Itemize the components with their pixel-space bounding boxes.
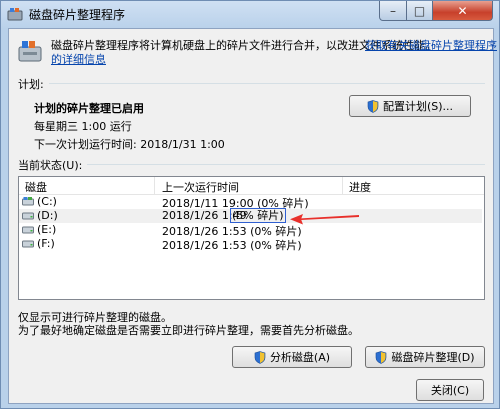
- schedule-status: 计划的碎片整理已启用: [34, 102, 144, 115]
- minimize-button[interactable]: –: [379, 1, 407, 21]
- disk-list[interactable]: 磁盘 上一次运行时间 进度 (C:) 2018/1/11 19:00 (0% 碎…: [18, 176, 485, 300]
- disk-name: (F:): [37, 237, 55, 250]
- close-window-button[interactable]: ✕: [432, 1, 493, 21]
- configure-schedule-label: 配置计划(S)...: [382, 100, 454, 113]
- annotation-arrow-icon: [290, 214, 359, 225]
- current-status-label: 当前状态(U):: [18, 159, 83, 172]
- configure-schedule-button[interactable]: 配置计划(S)...: [349, 95, 471, 117]
- learn-more-link-continued[interactable]: 的详细信息: [51, 51, 106, 67]
- defragment-disk-label: 磁盘碎片整理(D): [391, 351, 475, 364]
- column-last-run[interactable]: 上一次运行时间: [162, 179, 239, 195]
- close-button-label: 关闭(C): [430, 384, 470, 397]
- uac-shield-icon: [376, 350, 387, 364]
- column-disk[interactable]: 磁盘: [25, 179, 47, 195]
- uac-shield-icon: [254, 350, 266, 364]
- defrag-hero-icon: [18, 41, 42, 62]
- drive-icon: [22, 212, 34, 220]
- fragmentation-highlight-box: (5% 碎片): [230, 208, 286, 223]
- analyze-disk-label: 分析磁盘(A): [269, 351, 331, 364]
- disk-row-c[interactable]: (C:) 2018/1/11 19:00 (0% 碎片): [19, 195, 482, 210]
- maximize-button[interactable]: □: [406, 1, 433, 21]
- schedule-frequency: 每星期三 1:00 运行: [34, 120, 132, 133]
- drive-icon: [22, 226, 34, 234]
- drive-icon: [22, 240, 34, 248]
- disk-name: (C:): [37, 195, 57, 208]
- uac-shield-icon: [367, 99, 379, 113]
- disk-name: (E:): [37, 223, 57, 236]
- close-button[interactable]: 关闭(C): [416, 379, 484, 401]
- disk-row-d[interactable]: (D:) 2018/1/26 1:49 (5% 碎片): [19, 208, 482, 223]
- column-separator: [154, 177, 155, 194]
- column-separator: [342, 177, 343, 194]
- column-progress[interactable]: 进度: [349, 179, 371, 195]
- schedule-next-run: 下一次计划运行时间: 2018/1/31 1:00: [34, 138, 225, 151]
- defragment-disk-button[interactable]: 磁盘碎片整理(D): [365, 346, 485, 368]
- window-frame: 磁盘碎片整理程序 – □ ✕ 磁盘碎片整理程序将计算机硬盘上的碎片文件进行合并，…: [0, 0, 500, 409]
- window-title: 磁盘碎片整理程序: [29, 7, 126, 22]
- learn-more-link[interactable]: 获取有关磁盘碎片整理程序: [365, 37, 497, 53]
- analyze-disk-button[interactable]: 分析磁盘(A): [232, 346, 352, 368]
- note-analyze-first: 为了最好地确定磁盘是否需要立即进行碎片整理，需要首先分析磁盘。: [18, 324, 359, 337]
- status-divider: [87, 164, 485, 165]
- disk-last-run: 2018/1/26 1:53 (0% 碎片): [162, 239, 302, 252]
- schedule-section-label: 计划:: [18, 78, 44, 91]
- schedule-divider: [49, 83, 485, 84]
- disk-row-e[interactable]: (E:) 2018/1/26 1:53 (0% 碎片): [19, 223, 482, 238]
- disk-list-header: 磁盘 上一次运行时间 进度: [19, 177, 484, 195]
- disk-name: (D:): [37, 209, 58, 222]
- disk-row-f[interactable]: (F:) 2018/1/26 1:53 (0% 碎片): [19, 237, 482, 252]
- dialog-client-area: 磁盘碎片整理程序将计算机硬盘上的碎片文件进行合并，以改进文件系统性能。 获取有关…: [8, 28, 497, 404]
- defrag-app-icon: [7, 8, 23, 21]
- system-drive-icon: [22, 197, 34, 206]
